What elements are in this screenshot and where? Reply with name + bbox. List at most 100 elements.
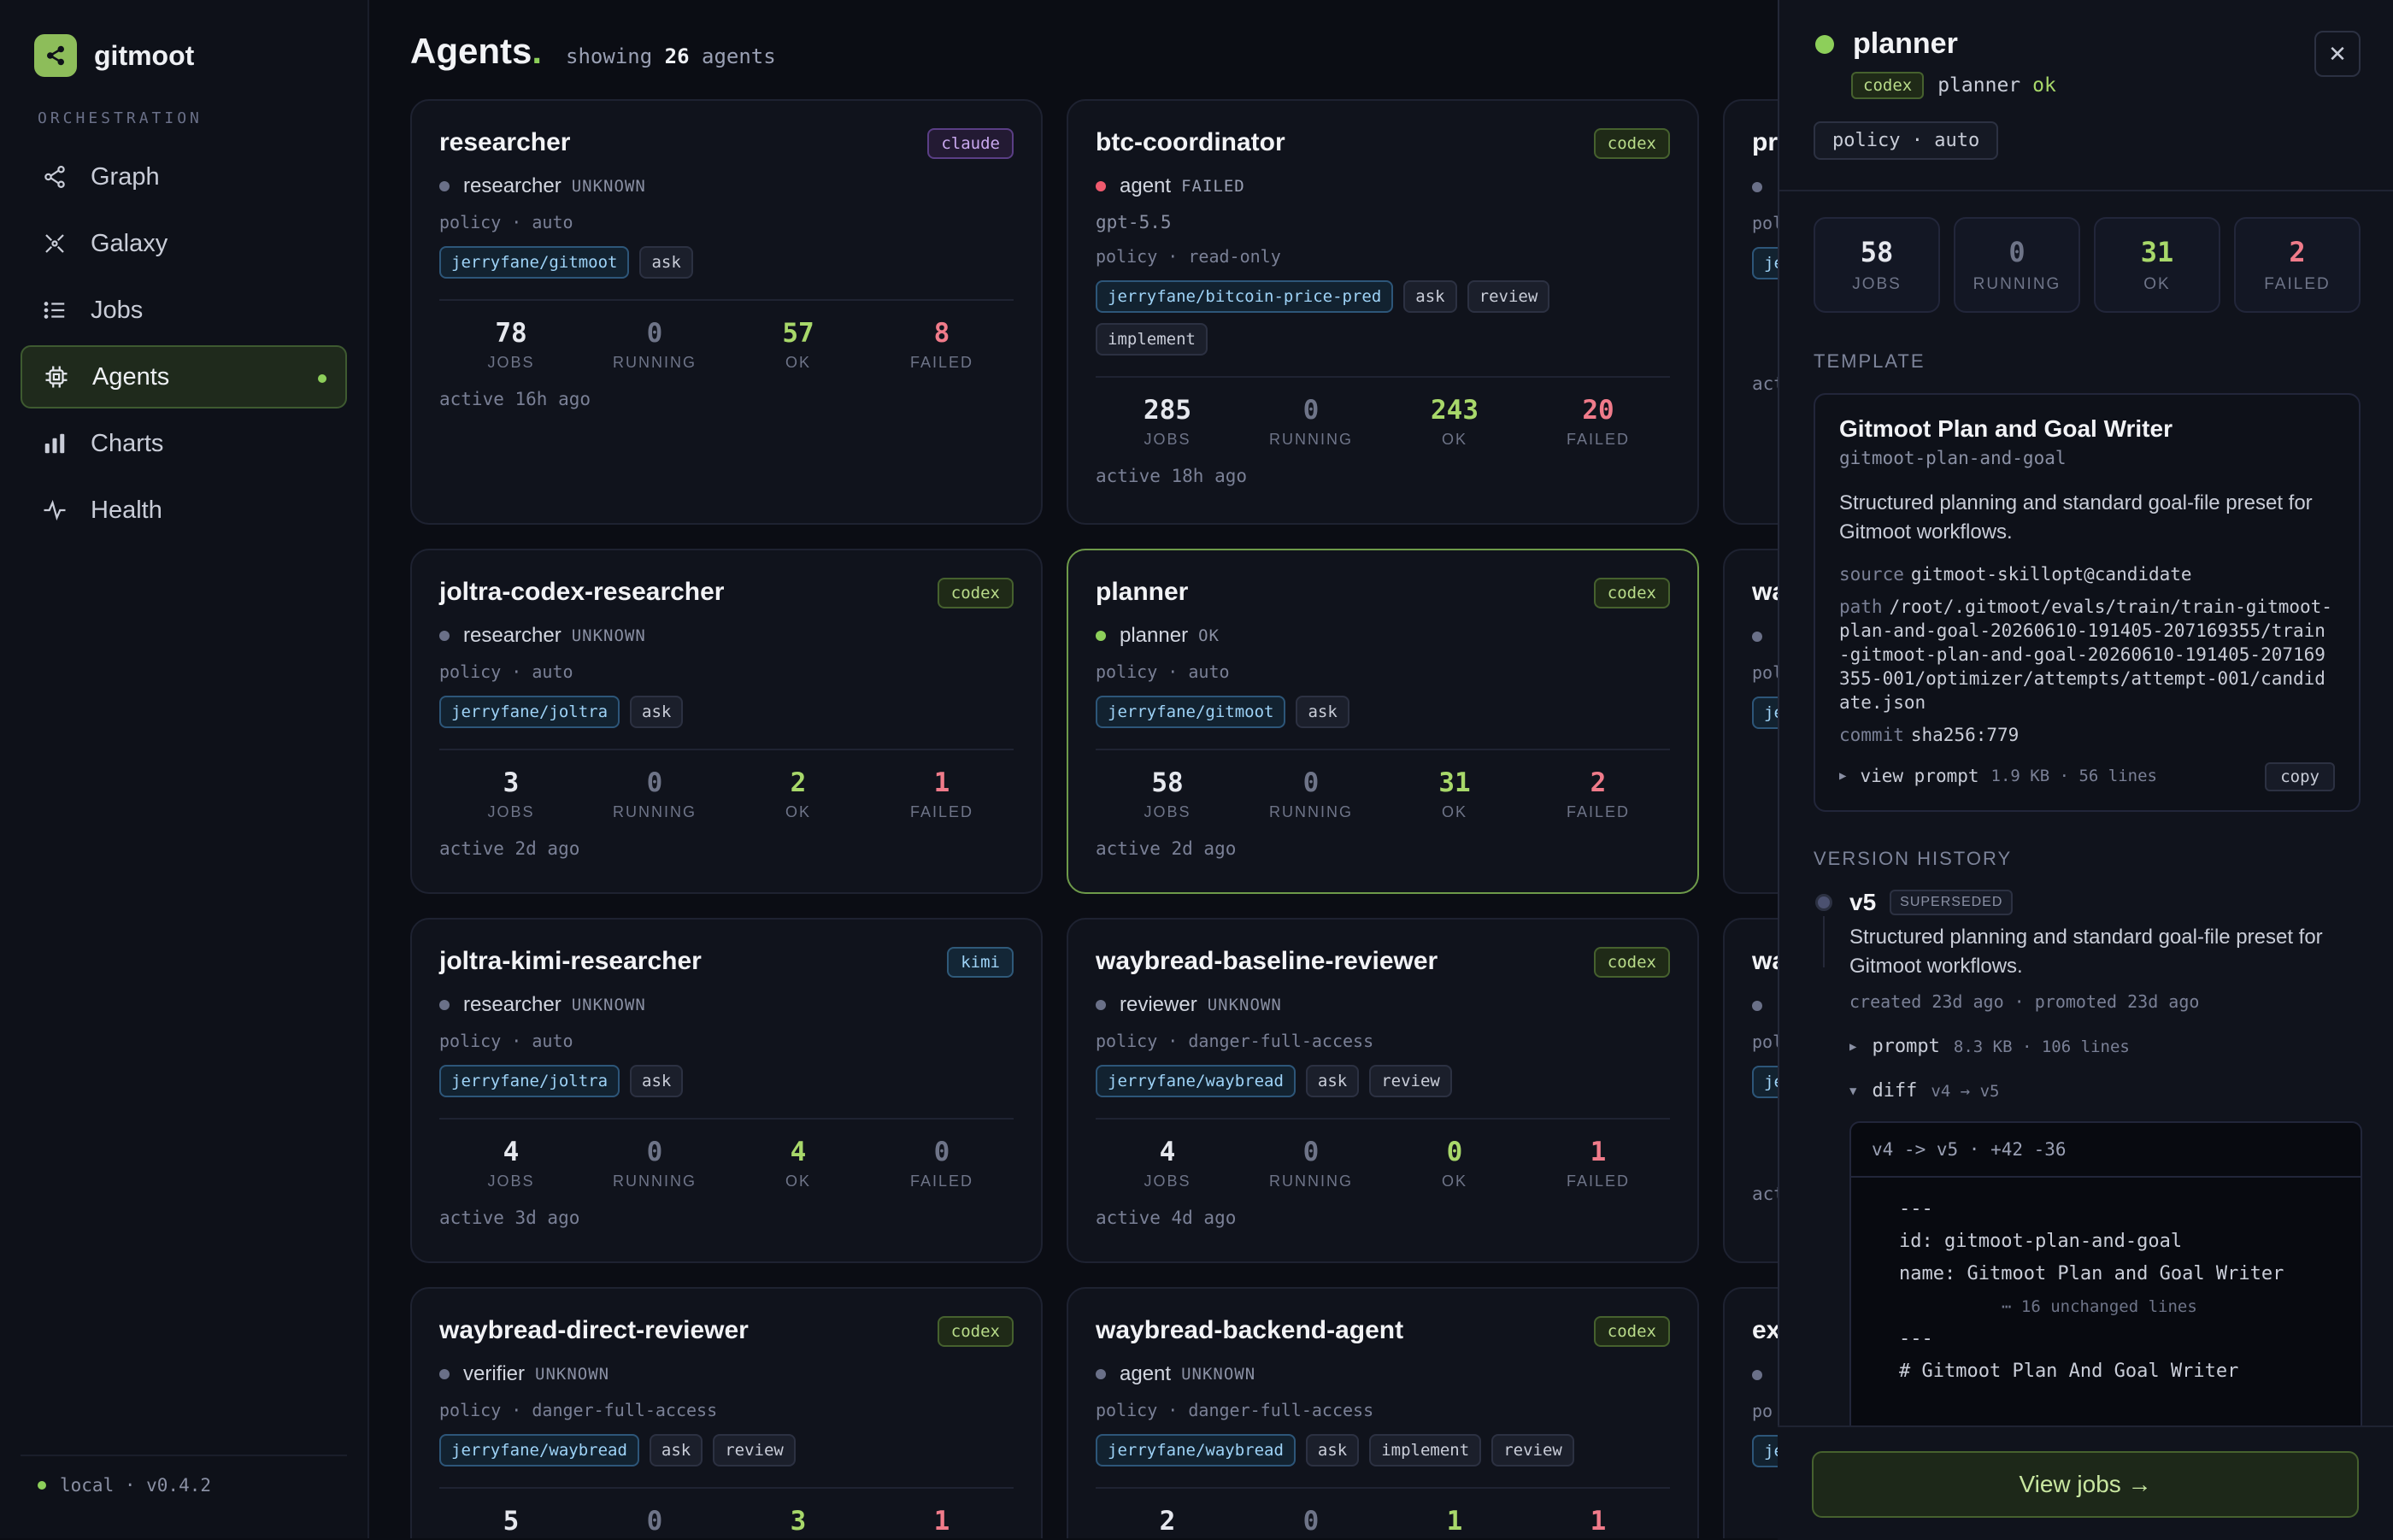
agent-policy: policy · auto [439,212,573,232]
stat-running: 0RUNNING [646,1506,663,1537]
detail-stats: 58 JOBS 0 RUNNING 31 OK 2 FAILED [1814,217,2361,313]
stat-ok: 1OK [1446,1506,1463,1537]
agent-policy: policy · danger-full-access [439,1400,718,1420]
stat-ok: 2 OK [785,767,811,820]
status-dot [1752,631,1762,642]
status-label: ok [2032,74,2056,97]
status-dot [439,1000,450,1010]
stat-failed: 1FAILED [909,767,974,820]
detail-subtitle: codex planner ok [1851,72,2056,99]
diff-unchanged[interactable]: ⋯ 16 unchanged lines [1899,1290,2361,1323]
view-jobs-button[interactable]: View jobs → [1812,1451,2359,1518]
repo-tag: jerryfane/bitcoin-price-pred [1096,280,1394,313]
status-dot [1096,631,1106,641]
sidebar-item-agents[interactable]: Agents [21,345,347,409]
agent-card[interactable]: btc-coordinator codex agent FAILED gpt-5.5 po… [1067,99,1699,525]
stat-jobs: 4 JOBS [1144,1137,1191,1190]
timeline-dot [1815,894,1832,911]
stat-jobs: 4 JOBS [487,1137,535,1190]
sidebar-item-charts[interactable]: Charts [21,412,347,475]
stat-ok: 57 OK [782,318,814,371]
stat-ok: 0 OK [1441,1137,1467,1190]
agent-card[interactable]: researcher claude researcher UNKNOWN policy … [410,99,1043,525]
sidebar-item-graph[interactable]: Graph [21,145,347,209]
repo-tag: jerryfane/joltra [439,1065,620,1097]
stat-ok: 31 OK [2094,217,2220,313]
agent-stats: 58 JOBS 0 RUNNING 31 OK 2 FAILED [1096,767,1670,821]
close-button[interactable]: ✕ [2314,31,2361,77]
sidebar: gitmoot ORCHESTRATION Graph Galaxy Jobs … [0,0,369,1538]
stat-failed: 1FAILED [1590,1506,1607,1537]
agent-status: UNKNOWN [1207,996,1282,1014]
capability-tag: review [1491,1434,1574,1467]
template-description: Structured planning and standard goal-fi… [1839,491,2313,544]
sidebar-item-galaxy[interactable]: Galaxy [21,212,347,275]
agent-name: joltra-kimi-researcher [439,947,702,975]
agent-card[interactable]: joltra-codex-researcher codex researcher UN… [410,549,1043,894]
diff-viewer[interactable]: v4 -> v5 · +42 -36 --- id: gitmoot-plan-… [1849,1121,2362,1449]
brand[interactable]: gitmoot [34,34,194,77]
diff-toggle[interactable]: ▼ diff v4 → v5 [1849,1080,2000,1102]
agent-stats: 2JOBS 0RUNNING 1OK 1FAILED [1096,1506,1670,1538]
sidebar-item-jobs[interactable]: Jobs [21,279,347,342]
last-active: active 16h ago [439,389,591,409]
diff-line: # Gitmoot Plan And Goal Writer [1899,1361,2239,1382]
agent-name: btc-coordinator [1096,128,1285,156]
capability-tag: ask [1305,1434,1360,1467]
status-dot [1096,1000,1106,1010]
agent-card[interactable]: planner codex planner OK policy · auto jerryf… [1067,549,1699,894]
provider-badge: kimi [947,947,1014,978]
agent-card[interactable]: pr pol je act [1723,99,1778,525]
divider [1096,376,1670,378]
agent-card[interactable]: waybread-baseline-reviewer codex reviewer U… [1067,918,1699,1263]
template-path: path/root/.gitmoot/evals/train/train-git… [1839,597,2332,713]
caret-right-icon: ▶ [1839,769,1847,783]
status-dot [1815,34,1834,54]
agent-card[interactable]: waybread-backend-agent codex agent UNKNOWN p… [1067,1287,1699,1538]
stat-running: 0RUNNING [613,767,697,820]
stat-failed: 20 FAILED [1566,395,1631,448]
agent-name: wa [1752,947,1778,975]
view-prompt-toggle[interactable]: ▶ view prompt 1.9 KB · 56 lines copy [1839,762,2335,791]
agent-policy: po [1752,1401,1773,1421]
stat-ok: 4 OK [785,1137,811,1190]
last-active: act [1752,1184,1778,1204]
agent-policy: pol [1752,662,1778,683]
diff-line: name: Gitmoot Plan and Goal Writer [1899,1263,2284,1284]
agent-card[interactable]: waybread-direct-reviewer codex verifier UNK… [410,1287,1043,1538]
page-header: Agents. showing 26 agents [410,31,776,72]
nav: Graph Galaxy Jobs Agents Charts Health [21,145,347,545]
galaxy-icon [41,230,68,257]
agent-policy: policy · read-only [1096,246,1281,267]
last-active: active 2d ago [439,838,580,859]
agent-status: UNKNOWN [1181,1365,1256,1384]
agent-card[interactable]: joltra-kimi-researcher kimi researcher UNKN… [410,918,1043,1263]
graph-icon [41,163,68,191]
agent-role: reviewer [1120,993,1197,1016]
agent-policy: pol [1752,1032,1778,1052]
repo-tag: jerryfane/waybread [1096,1434,1296,1467]
stat-jobs: 78 JOBS [487,318,535,371]
prompt-toggle[interactable]: ▶ prompt 8.3 KB · 106 lines [1849,1036,2130,1057]
stat-jobs: 3 JOBS [487,767,535,820]
stat-jobs: 285 JOBS [1144,395,1191,448]
status-dot [439,631,450,641]
agent-card[interactable]: ex po je [1723,1287,1778,1538]
sidebar-item-health[interactable]: Health [21,479,347,542]
copy-button[interactable]: copy [2265,762,2335,791]
stat-failed: 8 FAILED [909,318,974,371]
divider [439,1118,1014,1120]
agent-card[interactable]: wa pol je [1723,549,1778,894]
agent-stats: 5JOBS 0RUNNING 3OK 1FAILED [439,1506,1014,1538]
agent-name: waybread-backend-agent [1096,1316,1404,1344]
agent-role: agent [1120,174,1172,197]
stat-failed: 1FAILED [1566,1137,1631,1190]
status-dot [1752,181,1762,192]
stat-running: 0RUNNING [1269,767,1353,820]
capability-tag: ask [630,696,684,728]
agent-model: gpt-5.5 [1096,212,1172,232]
stat-ok: 31 OK [1438,767,1471,820]
agent-role: agent [1120,1362,1172,1385]
agent-card[interactable]: wa pol je act [1723,918,1778,1263]
sidebar-item-label: Jobs [91,296,144,324]
